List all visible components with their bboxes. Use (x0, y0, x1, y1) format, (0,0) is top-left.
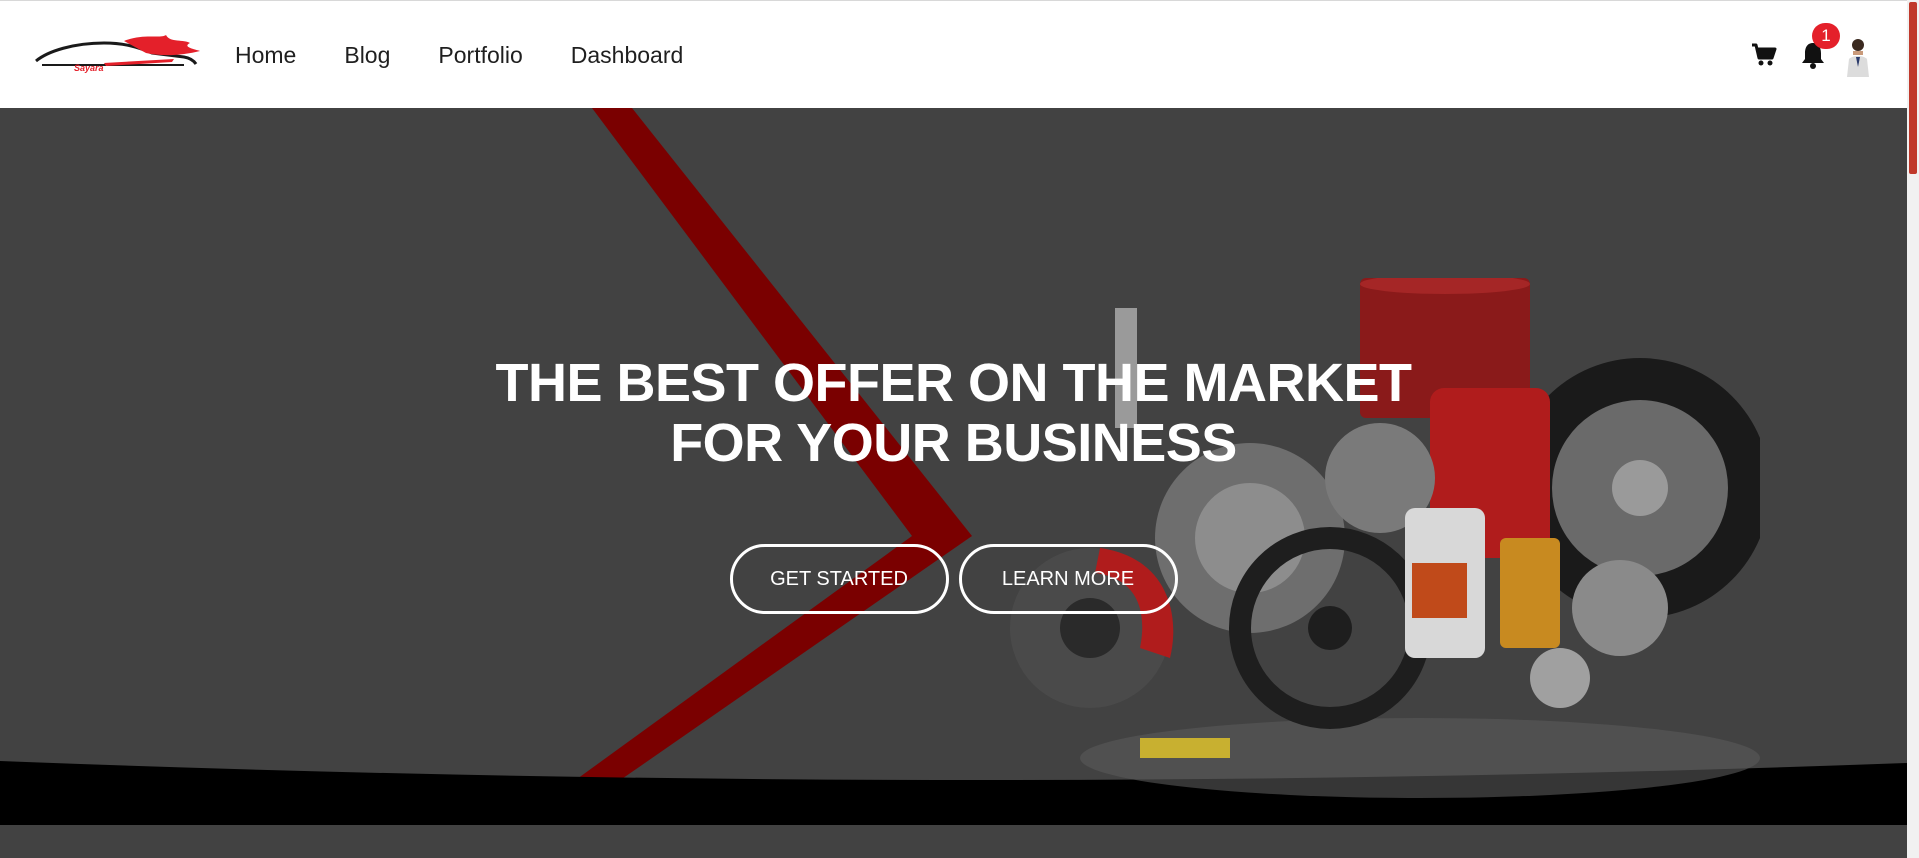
hero-heading: THE BEST OFFER ON THE MARKET FOR YOUR BU… (0, 353, 1907, 473)
top-navbar: Sayara Home Blog Portfolio Dashboard 1 (0, 0, 1907, 108)
hero-title: THE BEST OFFER ON THE MARKET FOR YOUR BU… (0, 353, 1907, 473)
nav-blog[interactable]: Blog (344, 42, 390, 69)
avatar-icon (1843, 33, 1873, 77)
get-started-button[interactable]: GET STARTED (729, 544, 949, 614)
brand-logo[interactable]: Sayara (34, 33, 204, 79)
red-stripe (468, 108, 972, 858)
main-nav: Home Blog Portfolio Dashboard (235, 1, 731, 109)
hero-title-line-1: THE BEST OFFER ON THE MARKET (495, 353, 1413, 413)
hero-buttons: GET STARTED LEARN MORE (0, 544, 1907, 614)
cart-button[interactable] (1751, 43, 1777, 67)
car-logo-icon: Sayara (35, 35, 200, 73)
page-scrollbar[interactable] (1907, 0, 1919, 858)
user-avatar[interactable] (1843, 33, 1873, 77)
hero-section: THE BEST OFFER ON THE MARKET FOR YOUR BU… (0, 108, 1907, 858)
nav-dashboard[interactable]: Dashboard (571, 42, 684, 69)
notification-badge: 1 (1812, 23, 1840, 49)
learn-more-button[interactable]: LEARN MORE (958, 544, 1178, 614)
nav-portfolio[interactable]: Portfolio (438, 42, 522, 69)
cart-icon (1752, 43, 1777, 66)
scrollbar-thumb[interactable] (1909, 2, 1917, 174)
hero-title-line-2: FOR YOUR BUSINESS (670, 413, 1237, 473)
notifications-button[interactable]: 1 (1801, 23, 1840, 69)
svg-text:Sayara: Sayara (74, 63, 104, 73)
header-actions: 1 (1727, 1, 1873, 109)
nav-home[interactable]: Home (235, 42, 296, 69)
